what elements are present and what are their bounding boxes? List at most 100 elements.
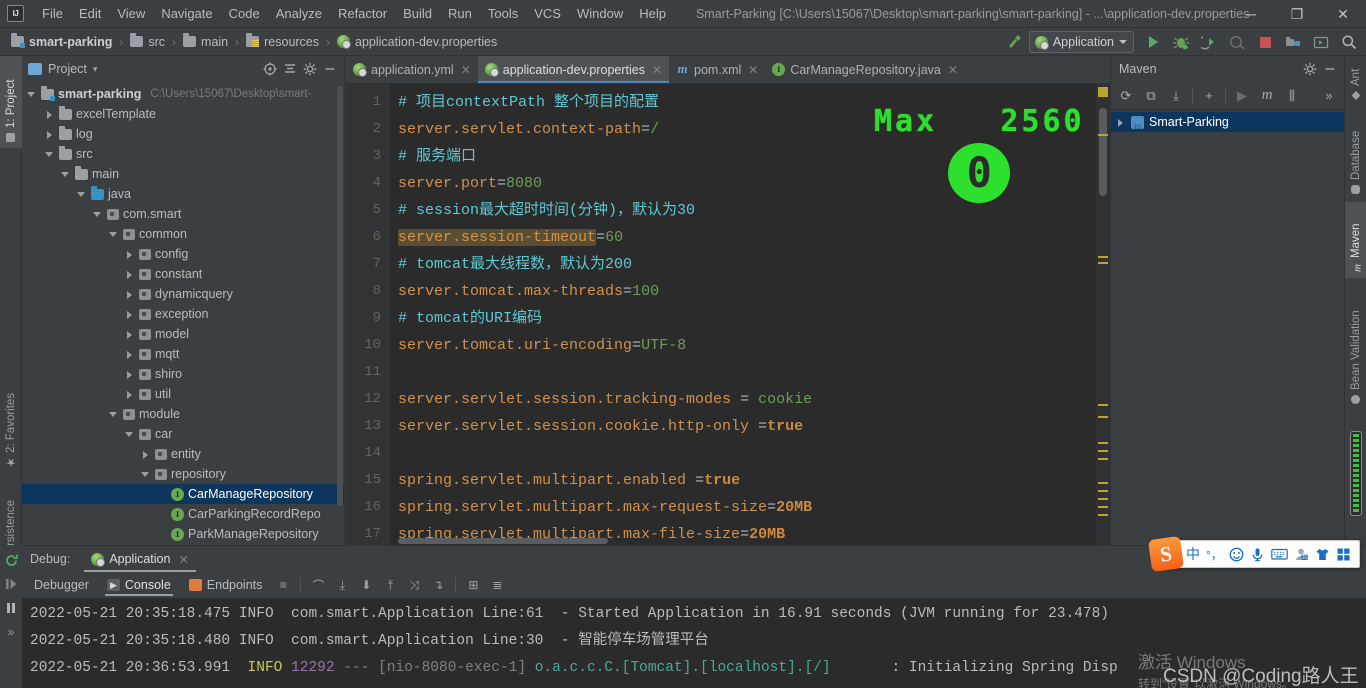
menu-build[interactable]: Build	[395, 2, 440, 25]
tree-item-mqtt[interactable]: mqtt	[22, 344, 344, 364]
editor-horizontal-scrollbar[interactable]	[398, 538, 608, 544]
tree-item-config[interactable]: config	[22, 244, 344, 264]
tree-item-common[interactable]: common	[22, 224, 344, 244]
tree-item-main[interactable]: main	[22, 164, 344, 184]
chevron-down-icon[interactable]: ▾	[93, 64, 98, 75]
chevron-right-icon[interactable]	[124, 389, 135, 400]
tree-item-constant[interactable]: constant	[22, 264, 344, 284]
breadcrumb-item-resources[interactable]: resources	[243, 33, 322, 51]
project-settings-button[interactable]	[300, 59, 320, 79]
reload-all-icon[interactable]: ⟳	[1114, 85, 1138, 107]
chinese-mode-icon[interactable]: 中	[1186, 544, 1200, 564]
run-with-coverage-button[interactable]	[1196, 30, 1222, 54]
close-icon[interactable]: ✕	[652, 63, 662, 77]
breadcrumb-item-project[interactable]: smart-parking	[8, 33, 115, 51]
chevron-right-icon[interactable]	[124, 369, 135, 380]
close-button[interactable]: ✕	[1320, 0, 1366, 28]
tree-item-CarParkingRecordRepo[interactable]: I CarParkingRecordRepo	[22, 504, 344, 524]
menu-tools[interactable]: Tools	[480, 2, 526, 25]
run-configuration-selector[interactable]: Application	[1028, 31, 1134, 53]
toggle-skip-tests-icon[interactable]: ⫼	[1280, 85, 1304, 107]
step-into-icon[interactable]: ⤓	[331, 575, 353, 595]
memory-indicator[interactable]	[1350, 431, 1362, 516]
chevron-right-icon[interactable]	[140, 449, 151, 460]
more-icon[interactable]: »	[1317, 85, 1341, 107]
debug-session-tab-application[interactable]: Application ✕	[84, 549, 196, 572]
restore-layout-button[interactable]	[1308, 30, 1334, 54]
tree-item-smart-parking[interactable]: smart-parking C:\Users\15067\Desktop\sma…	[22, 84, 344, 104]
tab-endpoints[interactable]: Endpoints	[181, 574, 271, 596]
sidebar-tab-ant[interactable]: Ant	[1345, 56, 1366, 106]
menu-window[interactable]: Window	[569, 2, 631, 25]
chevron-right-icon[interactable]	[124, 309, 135, 320]
voice-input-icon[interactable]	[1250, 547, 1265, 562]
close-icon[interactable]: ✕	[948, 63, 958, 77]
breadcrumb-item-file[interactable]: application-dev.properties	[334, 33, 500, 51]
maven-settings-button[interactable]	[1300, 59, 1320, 79]
menu-run[interactable]: Run	[440, 2, 480, 25]
breadcrumb-item-main[interactable]: main	[180, 33, 231, 51]
tree-item-src[interactable]: src	[22, 144, 344, 164]
chevron-down-icon[interactable]	[92, 209, 103, 220]
download-sources-icon[interactable]: ⤓	[1164, 85, 1188, 107]
tree-item-com-smart[interactable]: com.smart	[22, 204, 344, 224]
user-icon[interactable]: 31	[1294, 547, 1309, 562]
tab-debugger[interactable]: Debugger	[26, 574, 97, 596]
tree-item-util[interactable]: util	[22, 384, 344, 404]
tree-item-car[interactable]: car	[22, 424, 344, 444]
evaluate-expression-icon[interactable]: ⊞	[462, 575, 484, 595]
chevron-right-icon[interactable]	[44, 129, 55, 140]
add-icon[interactable]: +	[1197, 85, 1221, 107]
code-content[interactable]: # 项目contextPath 整个项目的配置 server.servlet.co…	[390, 84, 1110, 545]
chevron-down-icon[interactable]	[44, 149, 55, 160]
collapse-all-button[interactable]	[280, 59, 300, 79]
run-button[interactable]	[1140, 30, 1166, 54]
editor-tab-application-dev-properties[interactable]: application-dev.properties ✕	[477, 56, 670, 83]
punctuation-icon[interactable]: °，	[1206, 546, 1223, 563]
breadcrumb-item-src[interactable]: src	[127, 33, 168, 51]
chevron-right-icon[interactable]	[44, 109, 55, 120]
maven-projects-tree[interactable]: Smart-Parking	[1111, 110, 1344, 545]
project-tree-scrollbar[interactable]	[337, 86, 343, 506]
chevron-right-icon[interactable]	[124, 329, 135, 340]
inspection-status-marker[interactable]	[1098, 87, 1108, 97]
editor-scroll-thumb[interactable]	[1099, 108, 1107, 196]
step-over-icon[interactable]: ⌒	[307, 575, 329, 595]
select-opened-file-button[interactable]	[260, 59, 280, 79]
tree-item-ParkManageRepository[interactable]: I ParkManageRepository	[22, 524, 344, 544]
settings-button[interactable]	[1280, 30, 1306, 54]
sidebar-tab-project[interactable]: 1: Project	[0, 56, 22, 148]
rerun-button[interactable]	[1, 549, 21, 571]
console-output[interactable]: 2022-05-21 20:35:18.475 INFO com.smart.A…	[22, 598, 1366, 688]
tree-item-log[interactable]: log	[22, 124, 344, 144]
editor-tab-pom-xml[interactable]: m pom.xml ✕	[669, 56, 765, 83]
tree-item-dynamicquery[interactable]: dynamicquery	[22, 284, 344, 304]
close-icon[interactable]: ✕	[748, 63, 758, 77]
console-settings-icon[interactable]: ≣	[486, 575, 508, 595]
force-step-into-icon[interactable]: ⬇	[355, 575, 377, 595]
restore-button[interactable]: ❐	[1274, 0, 1320, 28]
project-tree[interactable]: smart-parking C:\Users\15067\Desktop\sma…	[22, 82, 344, 545]
menu-analyze[interactable]: Analyze	[268, 2, 330, 25]
toolbox-icon[interactable]	[1336, 547, 1351, 562]
sidebar-tab-favorites[interactable]: 2: Favorites	[0, 373, 22, 473]
menu-file[interactable]: File	[34, 2, 71, 25]
sidebar-tab-maven[interactable]: m Maven	[1345, 202, 1366, 278]
maven-project-smart-parking[interactable]: Smart-Parking	[1111, 112, 1344, 132]
menu-refactor[interactable]: Refactor	[330, 2, 395, 25]
chevron-down-icon[interactable]	[76, 189, 87, 200]
menu-view[interactable]: View	[109, 2, 153, 25]
sogou-ime-toolbar[interactable]: S 中 °， 31	[1147, 535, 1360, 573]
maven-hide-button[interactable]	[1320, 59, 1340, 79]
chevron-down-icon[interactable]	[26, 89, 37, 100]
menu-edit[interactable]: Edit	[71, 2, 109, 25]
menu-vcs[interactable]: VCS	[526, 2, 569, 25]
editor-tab-CarManageRepository-java[interactable]: I CarManageRepository.java ✕	[765, 56, 965, 83]
chevron-down-icon[interactable]	[60, 169, 71, 180]
close-icon[interactable]: ✕	[178, 552, 188, 567]
add-maven-project-icon[interactable]: ⧉	[1139, 85, 1163, 107]
build-project-button[interactable]	[1001, 30, 1027, 54]
chevron-down-icon[interactable]	[108, 229, 119, 240]
soft-wrap-icon[interactable]: ≡	[272, 575, 294, 595]
drop-frame-icon[interactable]: ⤨	[403, 575, 425, 595]
